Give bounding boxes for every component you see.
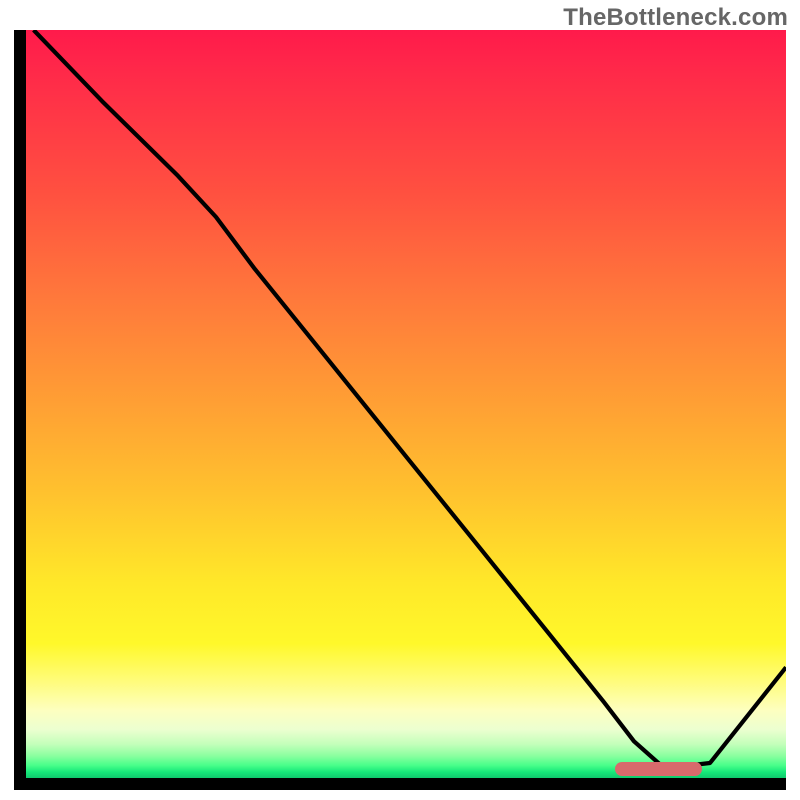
watermark-text: TheBottleneck.com [563,4,788,32]
bottleneck-curve [26,30,786,778]
chart-frame: TheBottleneck.com [0,0,800,800]
plot-inner [26,30,786,778]
curve-path [34,30,786,768]
plot-area [14,30,786,790]
optimal-range-bar [615,762,702,776]
